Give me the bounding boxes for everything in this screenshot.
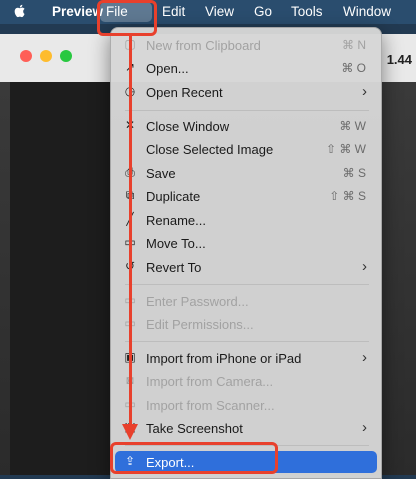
menu-item-take-screenshot[interactable]: ⬚ Take Screenshot › xyxy=(115,417,377,439)
menu-item-save[interactable]: ⎙ Save ⌘ S xyxy=(115,162,377,184)
menu-item-label: Duplicate xyxy=(146,189,201,204)
menu-view[interactable]: View xyxy=(205,4,234,19)
minimize-window-button[interactable] xyxy=(40,50,52,62)
apple-icon[interactable] xyxy=(12,3,28,19)
annotation-box-file xyxy=(97,0,157,36)
menu-item-enter-password[interactable]: ▭ Enter Password... xyxy=(115,290,377,312)
menu-item-label: Enter Password... xyxy=(146,294,249,309)
menu-separator xyxy=(125,110,369,111)
menu-tools[interactable]: Tools xyxy=(291,4,323,19)
close-window-button[interactable] xyxy=(20,50,32,62)
chevron-right-icon: › xyxy=(362,258,367,275)
menu-item-import-from-scanner[interactable]: ▭ Import from Scanner... xyxy=(115,394,377,416)
menu-item-open[interactable]: ↗ Open... ⌘ O xyxy=(115,57,377,79)
annotation-arrow-head xyxy=(122,424,138,440)
menu-item-label: New from Clipboard xyxy=(146,38,261,53)
shortcut-label: ⌘ S xyxy=(342,166,366,180)
chevron-right-icon: › xyxy=(362,349,367,366)
menu-item-edit-permissions[interactable]: ▭ Edit Permissions... xyxy=(115,313,377,335)
menu-item-label: Take Screenshot xyxy=(146,421,243,436)
menu-separator xyxy=(125,341,369,342)
menu-item-label: Import from Scanner... xyxy=(146,398,275,413)
menu-item-label: Edit Permissions... xyxy=(146,317,254,332)
chevron-right-icon: › xyxy=(362,83,367,100)
menu-item-label: Open Recent xyxy=(146,85,223,100)
chevron-right-icon: › xyxy=(362,419,367,436)
menu-item-label: Rename... xyxy=(146,213,206,228)
menu-item-label: Close Window xyxy=(146,119,230,134)
annotation-arrow-line xyxy=(129,36,132,432)
menu-item-open-recent[interactable]: ◷ Open Recent › xyxy=(115,81,377,103)
menu-item-label: Close Selected Image xyxy=(146,142,274,157)
menu-app-preview[interactable]: Preview xyxy=(52,4,103,19)
menu-bar: Preview File Edit View Go Tools Window xyxy=(0,0,416,24)
menu-item-label: Import from Camera... xyxy=(146,374,274,389)
menu-item-import-from-iphone[interactable]: ▣ Import from iPhone or iPad › xyxy=(115,347,377,369)
zoom-window-button[interactable] xyxy=(60,50,72,62)
file-dropdown-menu: ▢ New from Clipboard ⌘ N ↗ Open... ⌘ O ◷… xyxy=(110,27,382,479)
menu-item-close-selected-image[interactable]: Close Selected Image ⇧ ⌘ W xyxy=(115,138,377,160)
shortcut-label: ⌘ O xyxy=(341,61,366,75)
menu-window[interactable]: Window xyxy=(343,4,391,19)
menu-item-close-window[interactable]: ✕ Close Window ⌘ W xyxy=(115,115,377,137)
menu-item-move-to[interactable]: ▭ Move To... xyxy=(115,232,377,254)
menu-item-new-from-clipboard[interactable]: ▢ New from Clipboard ⌘ N xyxy=(115,34,377,56)
shortcut-label: ⌘ N xyxy=(342,38,366,52)
menu-item-label: Open... xyxy=(146,61,189,76)
annotation-box-export xyxy=(110,442,278,474)
menu-item-label: Save xyxy=(146,166,176,181)
menu-item-label: Revert To xyxy=(146,260,202,275)
shortcut-label: ⇧ ⌘ W xyxy=(325,142,366,156)
menu-separator xyxy=(125,284,369,285)
menu-item-rename[interactable]: ╱ Rename... xyxy=(115,209,377,231)
menu-item-label: Move To... xyxy=(146,236,206,251)
background-image-area xyxy=(10,82,110,475)
menu-item-label: Import from iPhone or iPad xyxy=(146,351,302,366)
menu-go[interactable]: Go xyxy=(254,4,272,19)
menu-item-revert-to[interactable]: ↺ Revert To › xyxy=(115,256,377,278)
shortcut-label: ⇧ ⌘ S xyxy=(329,189,366,203)
zoom-level-text: 1.44 xyxy=(386,52,412,67)
menu-item-duplicate[interactable]: ⧉ Duplicate ⇧ ⌘ S xyxy=(115,185,377,207)
shortcut-label: ⌘ W xyxy=(339,119,366,133)
menu-edit[interactable]: Edit xyxy=(162,4,185,19)
menu-item-import-from-camera[interactable]: ◙ Import from Camera... xyxy=(115,370,377,392)
